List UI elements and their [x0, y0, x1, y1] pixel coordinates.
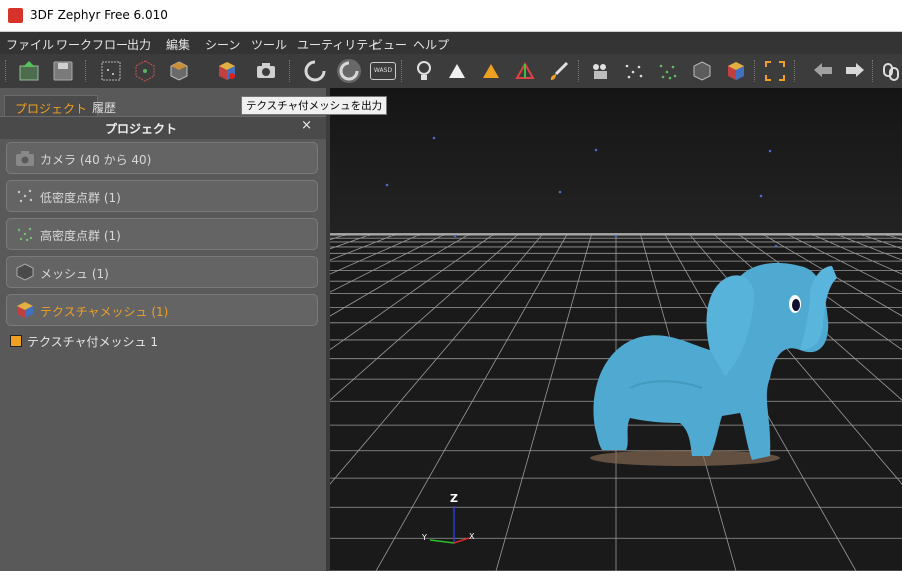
menu-export[interactable]: 出力 — [127, 36, 151, 53]
menu-view[interactable]: ビュー — [371, 36, 407, 53]
link-icon[interactable] — [880, 58, 902, 84]
render-color-icon[interactable] — [478, 58, 504, 84]
project-panel: プロジェクト 履歴 プロジェクト × カメラ (40 から 40) 低密度点群 … — [0, 88, 326, 571]
toolbar-grip — [5, 60, 9, 82]
menu-scene[interactable]: シーン — [205, 36, 240, 53]
tree-item-textured-mesh[interactable]: テクスチャ付メッシュ 1 — [10, 333, 158, 350]
tree-item-label: テクスチャ付メッシュ 1 — [27, 335, 158, 349]
panel-title: プロジェクト — [104, 122, 177, 136]
menu-tools[interactable]: ツール — [251, 36, 287, 53]
window-title: 3DF Zephyr Free 6.010 — [30, 8, 168, 22]
section-sparse-cloud[interactable]: 低密度点群 (1) — [6, 180, 318, 212]
menu-help[interactable]: ヘルプ — [413, 36, 449, 53]
redo-icon[interactable] — [842, 58, 868, 84]
orange-square-icon — [10, 335, 22, 347]
dense-cloud-icon — [17, 227, 33, 242]
tab-history[interactable]: 履歴 — [82, 95, 126, 117]
textured-mesh-visibility-icon[interactable] — [723, 58, 749, 84]
lightbulb-icon[interactable] — [411, 58, 437, 84]
toolbar-separator — [85, 60, 89, 82]
render-wire-icon[interactable] — [512, 58, 538, 84]
orbit-icon[interactable] — [336, 58, 362, 84]
rotate-icon[interactable] — [302, 58, 328, 84]
section-cameras[interactable]: カメラ (40 から 40) — [6, 142, 318, 174]
mesh-visibility-icon[interactable] — [689, 58, 715, 84]
section-mesh[interactable]: メッシュ (1) — [6, 256, 318, 288]
section-label: 低密度点群 (1) — [40, 191, 121, 205]
toolbar-separator — [872, 60, 876, 82]
section-label: カメラ (40 から 40) — [40, 153, 152, 167]
export-textured-mesh-icon[interactable] — [214, 58, 240, 84]
section-dense-cloud[interactable]: 高密度点群 (1) — [6, 218, 318, 250]
toolbar-separator — [578, 60, 582, 82]
camera-icon — [16, 151, 34, 166]
section-label: メッシュ (1) — [40, 267, 109, 281]
menu-utility[interactable]: ユーティリティ — [297, 36, 380, 53]
close-icon[interactable]: × — [301, 118, 312, 133]
section-textured-mesh[interactable]: テクスチャメッシュ (1) — [6, 294, 318, 326]
title-bar: 3DF Zephyr Free 6.010 — [0, 0, 902, 32]
new-project-icon[interactable] — [16, 58, 42, 84]
camera-snapshot-icon[interactable] — [253, 58, 279, 84]
cameras-visibility-icon[interactable] — [587, 58, 613, 84]
axis-z-label: Z — [450, 492, 458, 505]
mesh-icon — [16, 263, 34, 281]
tooltip-export-textured-mesh: テクスチャ付メッシュを出力 — [241, 96, 388, 115]
fit-view-icon[interactable] — [762, 58, 788, 84]
section-label: テクスチャメッシュ (1) — [40, 305, 169, 319]
panel-header: プロジェクト × — [0, 116, 326, 139]
paint-brush-icon[interactable] — [546, 58, 572, 84]
textured-mesh-icon — [17, 302, 33, 318]
toolbar-separator — [289, 60, 293, 82]
toolbar-separator — [401, 60, 405, 82]
menu-edit[interactable]: 編集 — [166, 36, 190, 53]
sparse-cloud-icon — [17, 189, 33, 203]
export-dense-icon[interactable] — [132, 58, 158, 84]
export-mesh-icon[interactable] — [166, 58, 192, 84]
axis-y-label: Y — [421, 533, 427, 542]
export-sparse-icon[interactable] — [98, 58, 124, 84]
menu-workflow[interactable]: ワークフロー — [56, 36, 128, 53]
axis-x-label: X — [469, 532, 475, 541]
sparse-points-visibility-icon[interactable] — [621, 58, 647, 84]
toolbar-separator — [794, 60, 798, 82]
menu-file[interactable]: ファイル — [6, 36, 54, 53]
dense-points-visibility-icon[interactable] — [655, 58, 681, 84]
undo-icon[interactable] — [810, 58, 836, 84]
3d-viewport[interactable]: Z Y X — [330, 88, 902, 571]
menu-bar: ファイル ワークフロー 出力 編集 シーン ツール ユーティリティ ビュー ヘル… — [0, 32, 902, 54]
toolbar: WASD — [0, 54, 902, 142]
scene-canvas: Z Y X — [330, 88, 902, 571]
section-label: 高密度点群 (1) — [40, 229, 121, 243]
app-logo-icon — [8, 8, 23, 23]
render-white-icon[interactable] — [444, 58, 470, 84]
toolbar-separator — [754, 60, 758, 82]
wasd-navigation-button[interactable]: WASD — [370, 62, 396, 80]
save-icon[interactable] — [50, 58, 76, 84]
